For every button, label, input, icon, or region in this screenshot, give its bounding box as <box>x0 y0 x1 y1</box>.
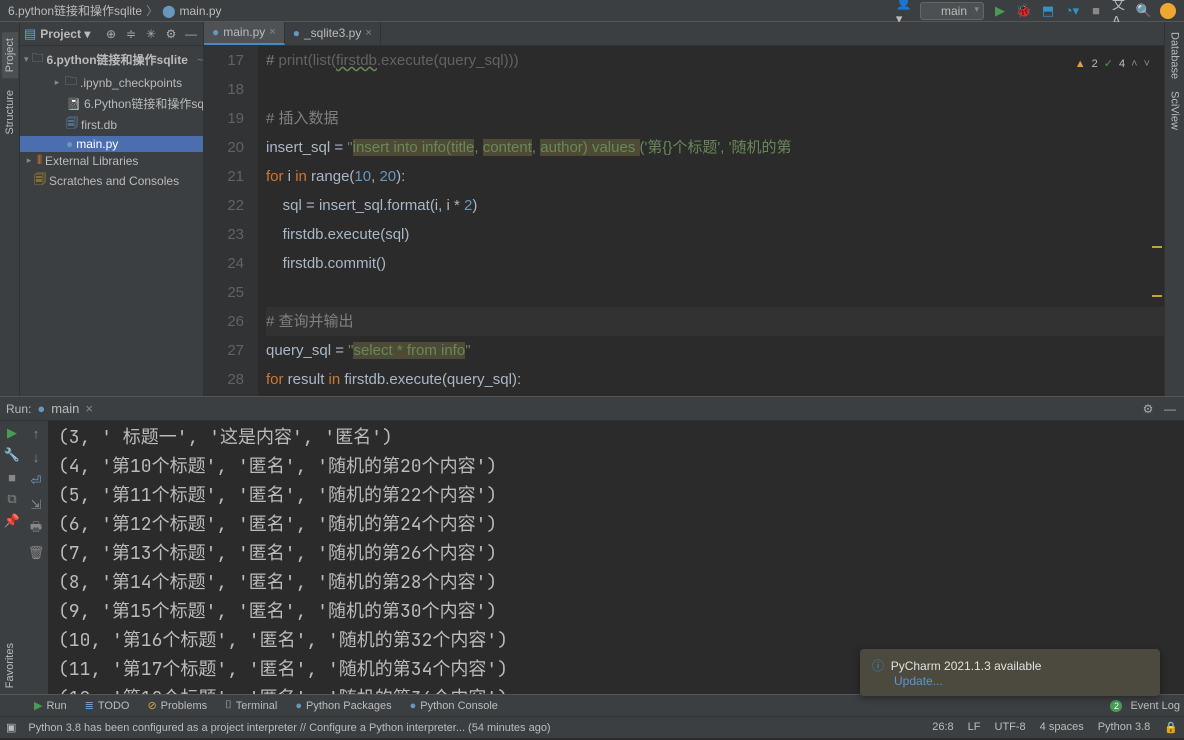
scroll-icon[interactable]: ⇲ <box>28 497 44 513</box>
search-icon[interactable]: 🔍 <box>1136 3 1152 19</box>
settings-icon[interactable]: ⚙ <box>1140 401 1156 417</box>
right-gutter: Database SciView <box>1164 22 1184 396</box>
tree-ext-lib[interactable]: ▸⫴External Libraries <box>20 152 203 169</box>
tree-root[interactable]: ▾🗀 6.python链接和操作sqlite ~/D <box>20 48 203 71</box>
run-config-select[interactable]: main <box>920 2 984 20</box>
sidebar-tab-project[interactable]: Project <box>2 32 18 78</box>
status-encoding[interactable]: UTF-8 <box>995 721 1026 734</box>
sidebar-tab-database[interactable]: Database <box>1167 26 1183 85</box>
stop-icon[interactable]: ■ <box>1088 3 1104 19</box>
warning-icon: ▲ <box>1075 50 1086 79</box>
tab-sqlite3[interactable]: ●_sqlite3.py× <box>285 22 381 45</box>
hide-icon[interactable]: — <box>183 26 199 42</box>
tree-item[interactable]: 📓6.Python链接和操作sqlite.ip <box>20 94 203 113</box>
status-interpreter[interactable]: Python 3.8 <box>1098 721 1151 734</box>
inspections[interactable]: ▲2 ✓4 ˄ ˅ <box>1075 50 1150 79</box>
status-bar: ▣ Python 3.8 has been configured as a pr… <box>0 716 1184 738</box>
tab-main[interactable]: ●main.py× <box>204 22 285 45</box>
run-icon[interactable]: ▶ <box>992 3 1008 19</box>
avatar[interactable] <box>1160 3 1176 19</box>
locate-icon[interactable]: ⊕ <box>103 26 119 42</box>
left-gutter: Project Structure <box>0 22 20 396</box>
tool-window-bar: Favorites ▶Run ≣TODO ⊘Problems ⌷Terminal… <box>0 694 1184 716</box>
status-position[interactable]: 26:8 <box>932 721 953 734</box>
scrollbar-track[interactable] <box>1150 46 1162 396</box>
status-message[interactable]: Python 3.8 has been configured as a proj… <box>28 722 550 734</box>
print-icon[interactable]: 🖶 <box>28 521 44 537</box>
breadcrumb-file[interactable]: main.py <box>180 4 222 18</box>
notification: ⓘ PyCharm 2021.1.3 available Update... <box>860 649 1160 696</box>
close-icon[interactable]: × <box>365 27 371 39</box>
lock-icon[interactable]: 🔒 <box>1164 721 1178 734</box>
ok-icon: ✓ <box>1104 50 1113 79</box>
toolwin-eventlog[interactable]: Event Log <box>1130 700 1180 712</box>
project-pane: ▤ Project ▾ ⊕ ≑ ✳ ⚙ — ▾🗀 6.python链接和操作sq… <box>20 22 204 396</box>
tree-item[interactable]: 🗐first.db <box>20 113 203 136</box>
project-title[interactable]: Project ▾ <box>40 27 99 41</box>
status-icon[interactable]: ▣ <box>6 721 16 734</box>
status-line-sep[interactable]: LF <box>968 721 981 734</box>
translate-icon[interactable]: 文A <box>1112 3 1128 19</box>
toolwin-pycon[interactable]: ●Python Console <box>402 698 506 714</box>
sidebar-tab-sciview[interactable]: SciView <box>1167 85 1183 136</box>
event-count: 2 <box>1110 700 1122 712</box>
status-indent[interactable]: 4 spaces <box>1040 721 1084 734</box>
collapse-icon[interactable]: ✳ <box>143 26 159 42</box>
python-icon: ⬤ <box>162 4 175 18</box>
tools-icon[interactable]: 🔧 <box>4 447 20 463</box>
sidebar-tab-favorites[interactable]: Favorites <box>2 637 18 694</box>
pin-icon[interactable]: 📌 <box>4 513 20 529</box>
tree-scratches[interactable]: 🗐Scratches and Consoles <box>20 169 203 192</box>
project-icon: ▤ <box>24 26 36 42</box>
close-icon[interactable]: × <box>85 401 93 416</box>
trash-icon[interactable]: 🗑 <box>28 545 44 561</box>
tree-item[interactable]: ▸🗀.ipynb_checkpoints <box>20 71 203 94</box>
stop-icon[interactable]: ■ <box>4 469 20 485</box>
editor-tabs: ●main.py× ●_sqlite3.py× <box>204 22 1164 46</box>
title-bar: 6.python链接和操作sqlite 〉 ⬤ main.py 👤▾ main … <box>0 0 1184 22</box>
python-icon: ● <box>37 401 45 416</box>
toolwin-run[interactable]: ▶Run <box>26 697 75 714</box>
info-icon: ⓘ <box>872 659 884 673</box>
run-config-name[interactable]: main <box>51 401 79 416</box>
breadcrumb-project[interactable]: 6.python链接和操作sqlite <box>8 2 142 19</box>
update-link[interactable]: Update... <box>894 674 943 688</box>
add-user-icon[interactable]: 👤▾ <box>896 3 912 19</box>
toolwin-problems[interactable]: ⊘Problems <box>139 697 215 714</box>
run-toolbar-2: ↑ ↓ ⏎ ⇲ 🖶 🗑 <box>24 421 48 694</box>
rerun-icon[interactable]: ▶ <box>4 425 20 441</box>
tree-item-selected[interactable]: ●main.py <box>20 136 203 152</box>
run-label: Run: <box>6 402 31 416</box>
chevron-up-icon[interactable]: ˄ <box>1131 50 1137 79</box>
breadcrumb-sep: 〉 <box>146 2 158 19</box>
breadcrumb: 6.python链接和操作sqlite 〉 ⬤ main.py <box>8 2 222 19</box>
project-tree: ▾🗀 6.python链接和操作sqlite ~/D ▸🗀.ipynb_chec… <box>20 46 203 194</box>
close-icon[interactable]: × <box>269 26 275 38</box>
sidebar-tab-structure[interactable]: Structure <box>2 84 18 141</box>
editor-area: ●main.py× ●_sqlite3.py× 1718192021222324… <box>204 22 1164 396</box>
notif-title: PyCharm 2021.1.3 available <box>891 659 1042 673</box>
expand-icon[interactable]: ≑ <box>123 26 139 42</box>
up-icon[interactable]: ↑ <box>28 425 44 441</box>
layout-icon[interactable]: ⧉ <box>4 491 20 507</box>
soft-wrap-icon[interactable]: ⏎ <box>28 473 44 489</box>
toolwin-terminal[interactable]: ⌷Terminal <box>217 697 285 714</box>
debug-icon[interactable]: 🐞 <box>1016 3 1032 19</box>
down-icon[interactable]: ↓ <box>28 449 44 465</box>
hide-icon[interactable]: — <box>1162 401 1178 417</box>
settings-icon[interactable]: ⚙ <box>163 26 179 42</box>
toolwin-pypkg[interactable]: ●Python Packages <box>287 698 399 714</box>
code-editor[interactable]: 17181920212223242526272829 # print(list(… <box>204 46 1164 396</box>
profile-icon[interactable]: ◔▾ <box>1064 3 1080 19</box>
coverage-icon[interactable]: ⬒ <box>1040 3 1056 19</box>
toolwin-todo[interactable]: ≣TODO <box>77 697 138 714</box>
